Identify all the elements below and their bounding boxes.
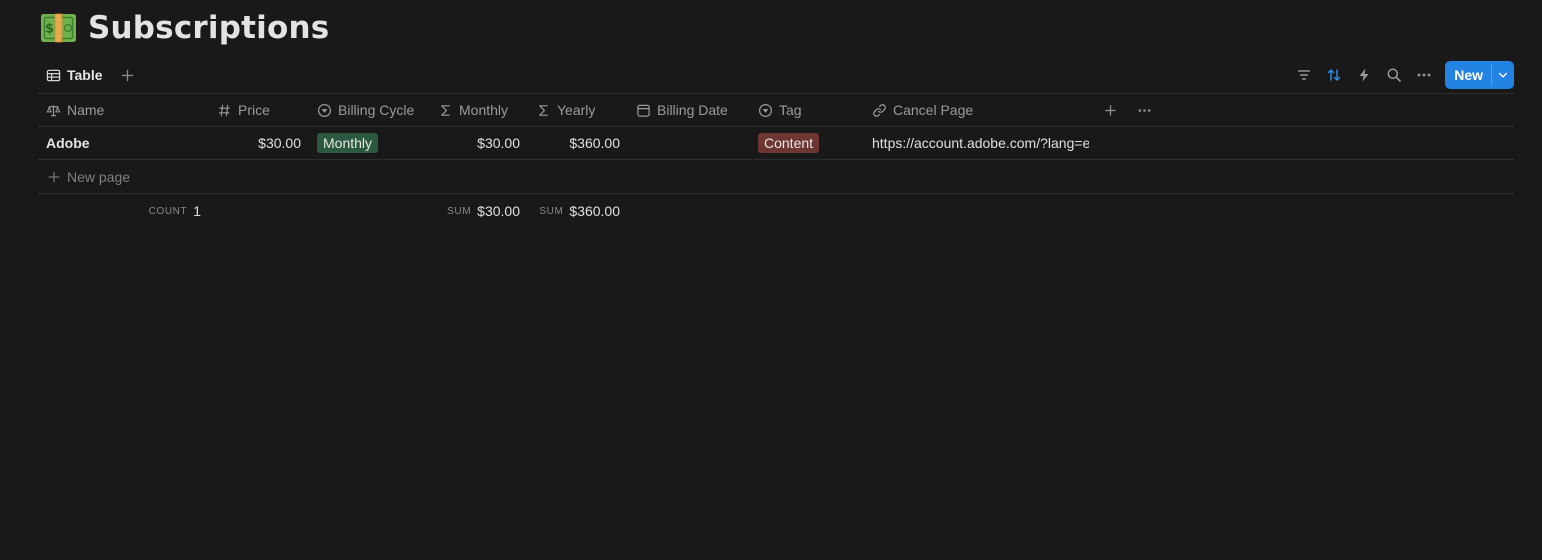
table-row[interactable]: Adobe $30.00 Monthly $30.00 $360.00 Cont… xyxy=(38,127,1514,160)
billing-cycle-badge: Monthly xyxy=(317,133,379,153)
column-header-cancel-page[interactable]: Cancel Page xyxy=(864,94,1097,126)
column-header-billing-cycle[interactable]: Billing Cycle xyxy=(309,94,430,126)
search-button[interactable] xyxy=(1381,62,1407,88)
cell-cancel-page[interactable]: https://account.adobe.com/?lang=e xyxy=(864,127,1097,159)
number-icon xyxy=(218,104,230,116)
title-row: $ Subscriptions xyxy=(40,8,329,48)
view-bar: Table New xyxy=(38,60,1514,90)
page-title[interactable]: Subscriptions xyxy=(88,10,329,46)
monthly-sum-label: SUM xyxy=(447,205,472,217)
tab-table-label: Table xyxy=(67,67,103,83)
yearly-sum-value: $360.00 xyxy=(569,203,620,219)
calendar-icon xyxy=(637,104,650,117)
sort-icon xyxy=(1327,69,1341,81)
cell-yearly[interactable]: $360.00 xyxy=(528,127,628,159)
new-page-label: New page xyxy=(67,168,131,185)
monthly-sum[interactable]: SUM $30.00 xyxy=(430,194,528,228)
subscriptions-table: Name Price Billing Cycle Monthly Yearly … xyxy=(38,93,1514,228)
filter-icon xyxy=(1298,70,1311,80)
column-header-billing-date[interactable]: Billing Date xyxy=(628,94,750,126)
count-calculation[interactable]: COUNT 1 xyxy=(38,194,209,228)
price-value: $30.00 xyxy=(258,135,301,151)
select-icon xyxy=(317,103,332,117)
column-header-price[interactable]: Price xyxy=(209,94,309,126)
new-button[interactable]: New xyxy=(1445,61,1514,89)
more-options-button[interactable] xyxy=(1411,62,1437,88)
property-options-button[interactable] xyxy=(1133,99,1155,121)
title-icon xyxy=(46,104,61,116)
new-button-label[interactable]: New xyxy=(1445,61,1491,89)
calculation-row: COUNT 1 SUM $30.00 SUM $360.00 xyxy=(38,194,1514,228)
automation-button[interactable] xyxy=(1351,62,1377,88)
column-header-label: Cancel Page xyxy=(893,102,974,118)
plus-icon xyxy=(1104,104,1116,116)
cell-monthly[interactable]: $30.00 xyxy=(430,127,528,159)
billing-cycle-calculation[interactable] xyxy=(309,194,430,228)
column-header-monthly[interactable]: Monthly xyxy=(430,94,528,126)
tag-badge: Content xyxy=(758,133,820,153)
ellipsis-icon xyxy=(1138,108,1150,112)
money-bill-icon[interactable]: $ xyxy=(40,12,77,44)
yearly-sum[interactable]: SUM $360.00 xyxy=(528,194,628,228)
header-actions xyxy=(1097,94,1155,126)
formula-icon xyxy=(539,104,548,116)
add-view-button[interactable] xyxy=(117,64,139,86)
lightning-icon xyxy=(1359,68,1369,82)
count-label: COUNT xyxy=(148,205,188,217)
new-page-button[interactable]: New page xyxy=(38,160,130,193)
select-icon xyxy=(758,103,773,117)
search-icon xyxy=(1387,68,1402,82)
ellipsis-icon xyxy=(1417,73,1431,77)
filter-button[interactable] xyxy=(1291,62,1317,88)
column-header-tag[interactable]: Tag xyxy=(750,94,864,126)
column-header-label: Name xyxy=(67,102,105,118)
column-header-label: Billing Cycle xyxy=(338,102,415,118)
cancel-page-link[interactable]: https://account.adobe.com/?lang=e xyxy=(872,135,1089,151)
column-header-label: Monthly xyxy=(459,102,509,118)
monthly-sum-value: $30.00 xyxy=(477,203,520,219)
yearly-sum-label: SUM xyxy=(539,205,564,217)
tab-table[interactable]: Table xyxy=(38,62,111,88)
chevron-down-icon xyxy=(1498,72,1508,78)
table-icon xyxy=(46,69,61,81)
column-header-label: Price xyxy=(238,102,270,118)
cell-tag[interactable]: Content xyxy=(750,127,864,159)
add-property-button[interactable] xyxy=(1099,99,1121,121)
plus-icon xyxy=(121,69,134,81)
cell-billing-cycle[interactable]: Monthly xyxy=(309,127,430,159)
column-header-name[interactable]: Name xyxy=(38,94,209,126)
new-page-row[interactable]: New page xyxy=(38,160,1514,194)
monthly-value: $30.00 xyxy=(477,135,520,151)
plus-icon xyxy=(48,171,60,182)
svg-text:$: $ xyxy=(45,22,54,37)
column-header-yearly[interactable]: Yearly xyxy=(528,94,628,126)
price-calculation[interactable] xyxy=(209,194,309,228)
column-header-label: Tag xyxy=(779,102,802,118)
new-button-dropdown[interactable] xyxy=(1492,61,1514,89)
count-value: 1 xyxy=(193,203,201,219)
cell-price[interactable]: $30.00 xyxy=(209,127,309,159)
sort-button[interactable] xyxy=(1321,62,1347,88)
header-row: Name Price Billing Cycle Monthly Yearly … xyxy=(38,93,1514,127)
formula-icon xyxy=(441,104,450,116)
yearly-value: $360.00 xyxy=(569,135,620,151)
link-icon xyxy=(873,103,886,117)
column-header-label: Yearly xyxy=(557,102,596,118)
column-header-label: Billing Date xyxy=(657,102,728,118)
page: $ Subscriptions Table New Name Price Bil… xyxy=(0,0,1542,560)
row-name[interactable]: Adobe xyxy=(46,135,90,151)
cell-name[interactable]: Adobe xyxy=(38,127,209,159)
cell-billing-date[interactable] xyxy=(628,127,750,159)
